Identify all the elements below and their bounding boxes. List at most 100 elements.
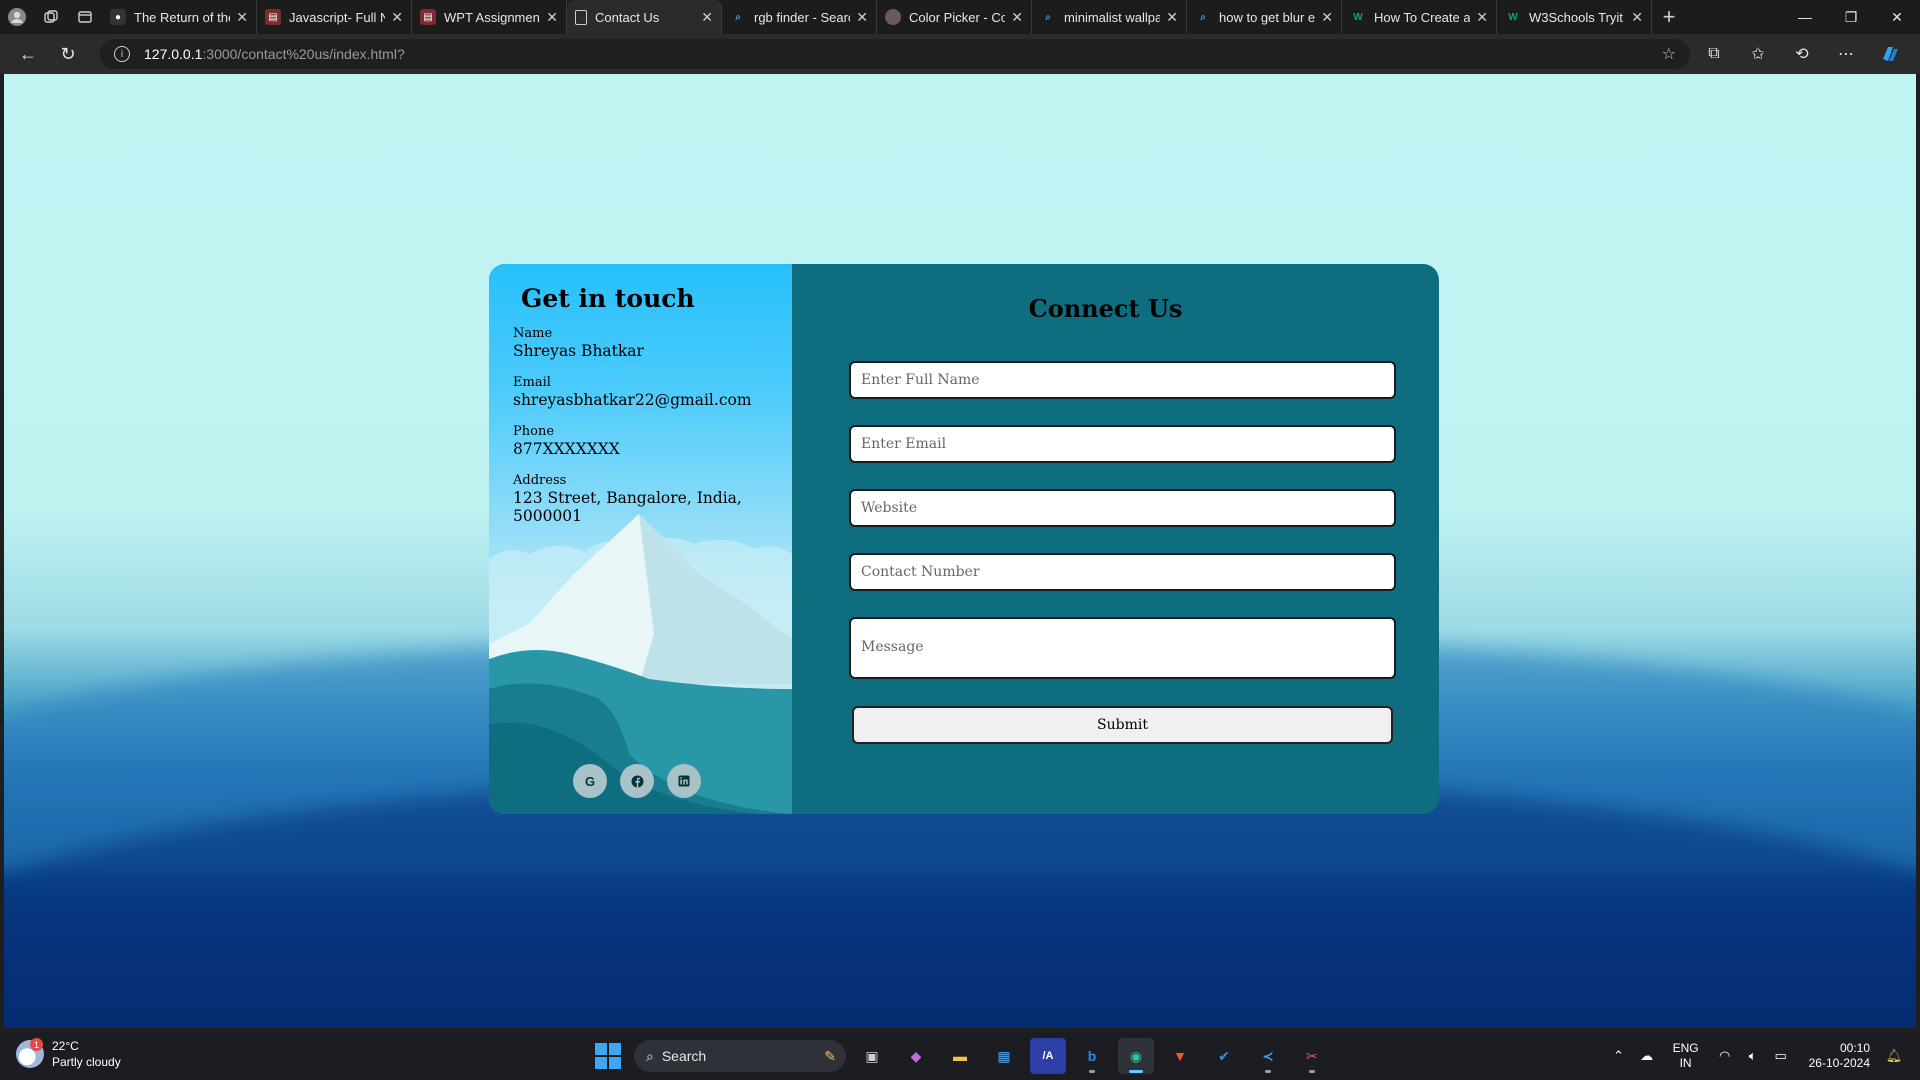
submit-button[interactable]: Submit [852, 706, 1393, 744]
clock-time: 00:10 [1839, 1041, 1870, 1055]
social-links: G [573, 764, 701, 798]
close-icon[interactable]: ✕ [236, 9, 248, 26]
snipping-tool-icon[interactable]: ✂ [1294, 1038, 1330, 1074]
email-value: shreyasbhatkar22@gmail.com [513, 391, 752, 409]
email-input[interactable] [849, 425, 1396, 463]
email-label: Email [513, 375, 551, 390]
system-tray: ⌃ ☁ ENG IN ◠ 🔈︎ ▭ 00:10 26-10-2024 🔔︎ [1605, 1032, 1908, 1080]
page-icon [575, 9, 587, 25]
search-icon: ⌕ [1045, 11, 1051, 23]
window-controls: — ❐ ✕ [1782, 0, 1920, 34]
close-window-icon[interactable]: ✕ [1874, 0, 1920, 34]
browser-tab[interactable]: W W3Schools Tryit E ✕ [1497, 0, 1652, 34]
language-indicator[interactable]: ENG IN [1673, 1041, 1699, 1071]
refresh-icon[interactable]: ↻ [48, 34, 88, 74]
browser-tab[interactable]: ⌕ how to get blur ef ✕ [1187, 0, 1342, 34]
close-icon[interactable]: ✕ [1011, 9, 1023, 26]
message-textarea[interactable] [849, 617, 1396, 679]
github-icon: ● [110, 9, 126, 25]
profile-icon[interactable] [0, 0, 34, 34]
tab-label: rgb finder - Searc [754, 9, 851, 25]
browser-tab[interactable]: Color Picker - Col ✕ [877, 0, 1032, 34]
app-icon[interactable]: /A [1030, 1038, 1066, 1074]
close-icon[interactable]: ✕ [1476, 9, 1488, 26]
notification-bell-icon[interactable]: 🔔︎ [1880, 1048, 1908, 1064]
bing-icon[interactable]: b [1074, 1038, 1110, 1074]
copilot-icon[interactable] [1868, 34, 1912, 74]
weather-temp: 22°C [52, 1039, 79, 1053]
todo-icon[interactable]: ✔ [1206, 1038, 1242, 1074]
linkedin-icon[interactable] [667, 764, 701, 798]
contact-card: Get in touch Name Shreyas Bhatkar Email … [489, 264, 1439, 814]
extensions-icon[interactable]: ⧉ [1692, 34, 1736, 74]
back-icon[interactable]: ← [8, 34, 48, 74]
url-host: 127.0.0.1 [144, 46, 203, 62]
info-icon[interactable]: i [114, 46, 130, 62]
pdf-icon: ▤ [420, 9, 436, 25]
volume-icon[interactable]: 🔈︎ [1739, 1048, 1767, 1064]
windows-taskbar: 1 22°C Partly cloudy ⌕ Search ✎ ▣ ◆ ▬ ▦ … [0, 1032, 1920, 1080]
contact-info-panel: Get in touch Name Shreyas Bhatkar Email … [489, 264, 792, 814]
tab-label: WPT Assignment [444, 9, 541, 25]
restore-icon[interactable]: ❐ [1828, 0, 1874, 34]
email-info: Email shreyasbhatkar22@gmail.com [513, 375, 752, 409]
minimize-icon[interactable]: — [1782, 0, 1828, 34]
w3schools-icon: W [1508, 11, 1518, 23]
more-icon[interactable]: ⋯ [1824, 34, 1868, 74]
edge-browser-icon[interactable]: ◉ [1118, 1038, 1154, 1074]
browser-tab-active[interactable]: Contact Us ✕ [567, 0, 722, 34]
address-bar-row: ← ↻ i 127.0.0.1:3000/contact%20us/index.… [0, 34, 1920, 74]
battery-icon[interactable]: ▭ [1767, 1048, 1795, 1064]
address-label: Address [513, 473, 567, 488]
clock[interactable]: 00:10 26-10-2024 [1809, 1041, 1870, 1071]
microsoft-store-icon[interactable]: ▦ [986, 1038, 1022, 1074]
close-icon[interactable]: ✕ [1166, 9, 1178, 26]
tab-actions-icon[interactable] [68, 0, 102, 34]
vscode-icon[interactable]: ≺ [1250, 1038, 1286, 1074]
partly-cloudy-icon: 1 [16, 1038, 44, 1068]
close-icon[interactable]: ✕ [391, 9, 403, 26]
website-input[interactable] [849, 489, 1396, 527]
wifi-icon[interactable]: ◠ [1711, 1048, 1739, 1064]
phone-label: Phone [513, 424, 555, 439]
history-icon[interactable]: ⟲ [1780, 34, 1824, 74]
search-highlight-icon: ✎ [824, 1047, 836, 1064]
task-view-icon[interactable]: ▣ [854, 1038, 890, 1074]
close-icon[interactable]: ✕ [701, 9, 713, 26]
phone-info: Phone 877XXXXXXX [513, 424, 620, 458]
browser-tab[interactable]: W How To Create a B ✕ [1342, 0, 1497, 34]
close-icon[interactable]: ✕ [546, 9, 558, 26]
search-icon: ⌕ [735, 11, 741, 23]
url-field[interactable]: i 127.0.0.1:3000/contact%20us/index.html… [100, 39, 1690, 69]
browser-tab[interactable]: ● The Return of the ✕ [102, 0, 257, 34]
new-tab-button[interactable]: + [1652, 4, 1686, 30]
workspaces-icon[interactable] [34, 0, 68, 34]
connect-form-panel: Connect Us Submit [792, 264, 1439, 814]
weather-badge: 1 [30, 1038, 43, 1051]
browser-tab[interactable]: ▤ Javascript- Full No ✕ [257, 0, 412, 34]
chevron-up-icon[interactable]: ⌃ [1605, 1048, 1633, 1064]
start-button[interactable] [590, 1038, 626, 1074]
close-icon[interactable]: ✕ [1321, 9, 1333, 26]
copilot-app-icon[interactable]: ◆ [898, 1038, 934, 1074]
favorite-star-icon[interactable]: ☆ [1662, 44, 1676, 64]
browser-tab[interactable]: ▤ WPT Assignment ✕ [412, 0, 567, 34]
browser-tab[interactable]: ⌕ rgb finder - Searc ✕ [722, 0, 877, 34]
close-icon[interactable]: ✕ [1631, 9, 1643, 26]
close-icon[interactable]: ✕ [856, 9, 868, 26]
name-label: Name [513, 326, 553, 341]
url-path: :3000/contact%20us/index.html? [202, 46, 405, 62]
browser-tab[interactable]: ⌕ minimalist wallpa ✕ [1032, 0, 1187, 34]
onedrive-off-icon[interactable]: ☁ [1633, 1048, 1661, 1064]
weather-widget[interactable]: 1 22°C Partly cloudy [16, 1038, 121, 1070]
facebook-icon[interactable] [620, 764, 654, 798]
brave-browser-icon[interactable]: ▼ [1162, 1038, 1198, 1074]
contact-number-input[interactable] [849, 553, 1396, 591]
tab-label: Color Picker - Col [909, 9, 1006, 25]
taskbar-search[interactable]: ⌕ Search ✎ [634, 1040, 846, 1072]
full-name-input[interactable] [849, 361, 1396, 399]
file-explorer-icon[interactable]: ▬ [942, 1038, 978, 1074]
tab-label: Contact Us [595, 9, 660, 25]
google-icon[interactable]: G [573, 764, 607, 798]
favorites-icon[interactable]: ✩ [1736, 34, 1780, 74]
